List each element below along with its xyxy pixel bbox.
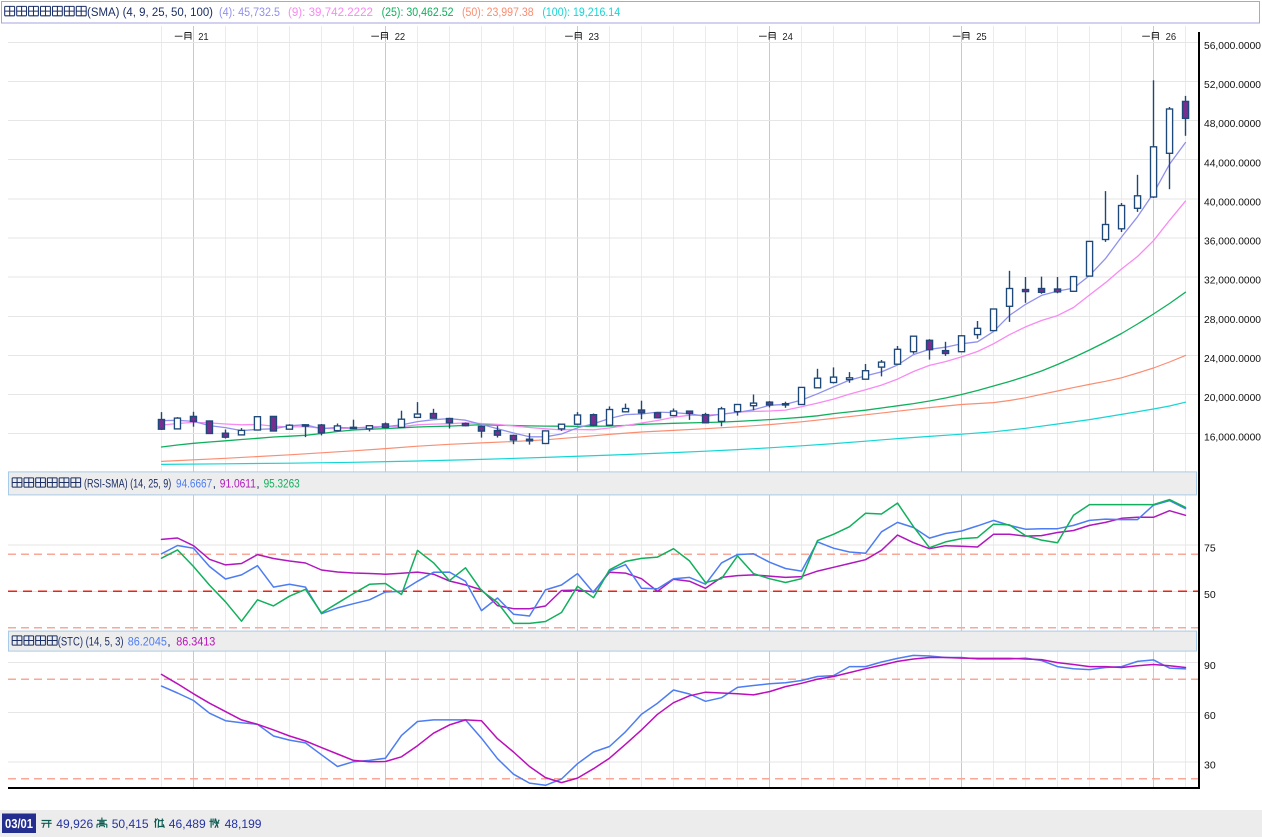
svg-text:16,000.0000: 16,000.0000 xyxy=(1204,431,1261,443)
svg-text:24,000.0000: 24,000.0000 xyxy=(1204,353,1261,365)
svg-text:95.3263: 95.3263 xyxy=(264,476,300,490)
svg-text:36,000.0000: 36,000.0000 xyxy=(1204,236,1261,248)
svg-text:48,199: 48,199 xyxy=(225,817,262,831)
svg-text:60: 60 xyxy=(1204,710,1216,722)
svg-text:25: 25 xyxy=(976,32,987,43)
svg-text:49,926: 49,926 xyxy=(56,817,93,831)
svg-text:90: 90 xyxy=(1204,660,1216,672)
svg-text:94.6667: 94.6667 xyxy=(176,476,212,490)
svg-text:20,000.0000: 20,000.0000 xyxy=(1204,392,1261,404)
svg-text:,: , xyxy=(213,476,216,490)
svg-text:(9): 39,742.2222: (9): 39,742.2222 xyxy=(288,5,373,19)
svg-text:28,000.0000: 28,000.0000 xyxy=(1204,314,1261,326)
svg-text:40,000.0000: 40,000.0000 xyxy=(1204,197,1261,209)
svg-text:,: , xyxy=(167,634,170,648)
svg-text:48,000.0000: 48,000.0000 xyxy=(1204,118,1261,130)
svg-text:44,000.0000: 44,000.0000 xyxy=(1204,157,1261,169)
svg-text:23: 23 xyxy=(589,32,600,43)
svg-text:52,000.0000: 52,000.0000 xyxy=(1204,79,1261,91)
svg-text:22: 22 xyxy=(395,32,406,43)
svg-text:32,000.0000: 32,000.0000 xyxy=(1204,275,1261,287)
svg-text:86.3413: 86.3413 xyxy=(176,634,215,648)
svg-text:(STC) (14, 5, 3): (STC) (14, 5, 3) xyxy=(58,634,124,648)
svg-text:26: 26 xyxy=(1166,32,1177,43)
svg-text:(50): 23,997.38: (50): 23,997.38 xyxy=(462,5,534,19)
svg-text:30: 30 xyxy=(1204,759,1216,771)
svg-text:24: 24 xyxy=(782,32,793,43)
svg-text:(RSI-SMA) (14, 25, 9): (RSI-SMA) (14, 25, 9) xyxy=(84,476,171,490)
svg-text:91.0611: 91.0611 xyxy=(220,476,256,490)
svg-text:50,415: 50,415 xyxy=(112,817,149,831)
svg-text:(25): 30,462.52: (25): 30,462.52 xyxy=(382,5,454,19)
svg-text:21: 21 xyxy=(198,32,209,43)
svg-text:,: , xyxy=(256,476,259,490)
svg-text:(100): 19,216.14: (100): 19,216.14 xyxy=(542,5,620,19)
svg-text:86.2045: 86.2045 xyxy=(128,634,167,648)
svg-text:56,000.0000: 56,000.0000 xyxy=(1204,40,1261,52)
svg-text:46,489: 46,489 xyxy=(169,817,206,831)
svg-text:03/01: 03/01 xyxy=(5,817,33,831)
svg-text:(4): 45,732.5: (4): 45,732.5 xyxy=(219,5,280,19)
svg-text:(SMA) (4, 9, 25, 50, 100): (SMA) (4, 9, 25, 50, 100) xyxy=(87,5,213,19)
svg-text:75: 75 xyxy=(1204,543,1216,555)
svg-text:50: 50 xyxy=(1204,589,1216,601)
